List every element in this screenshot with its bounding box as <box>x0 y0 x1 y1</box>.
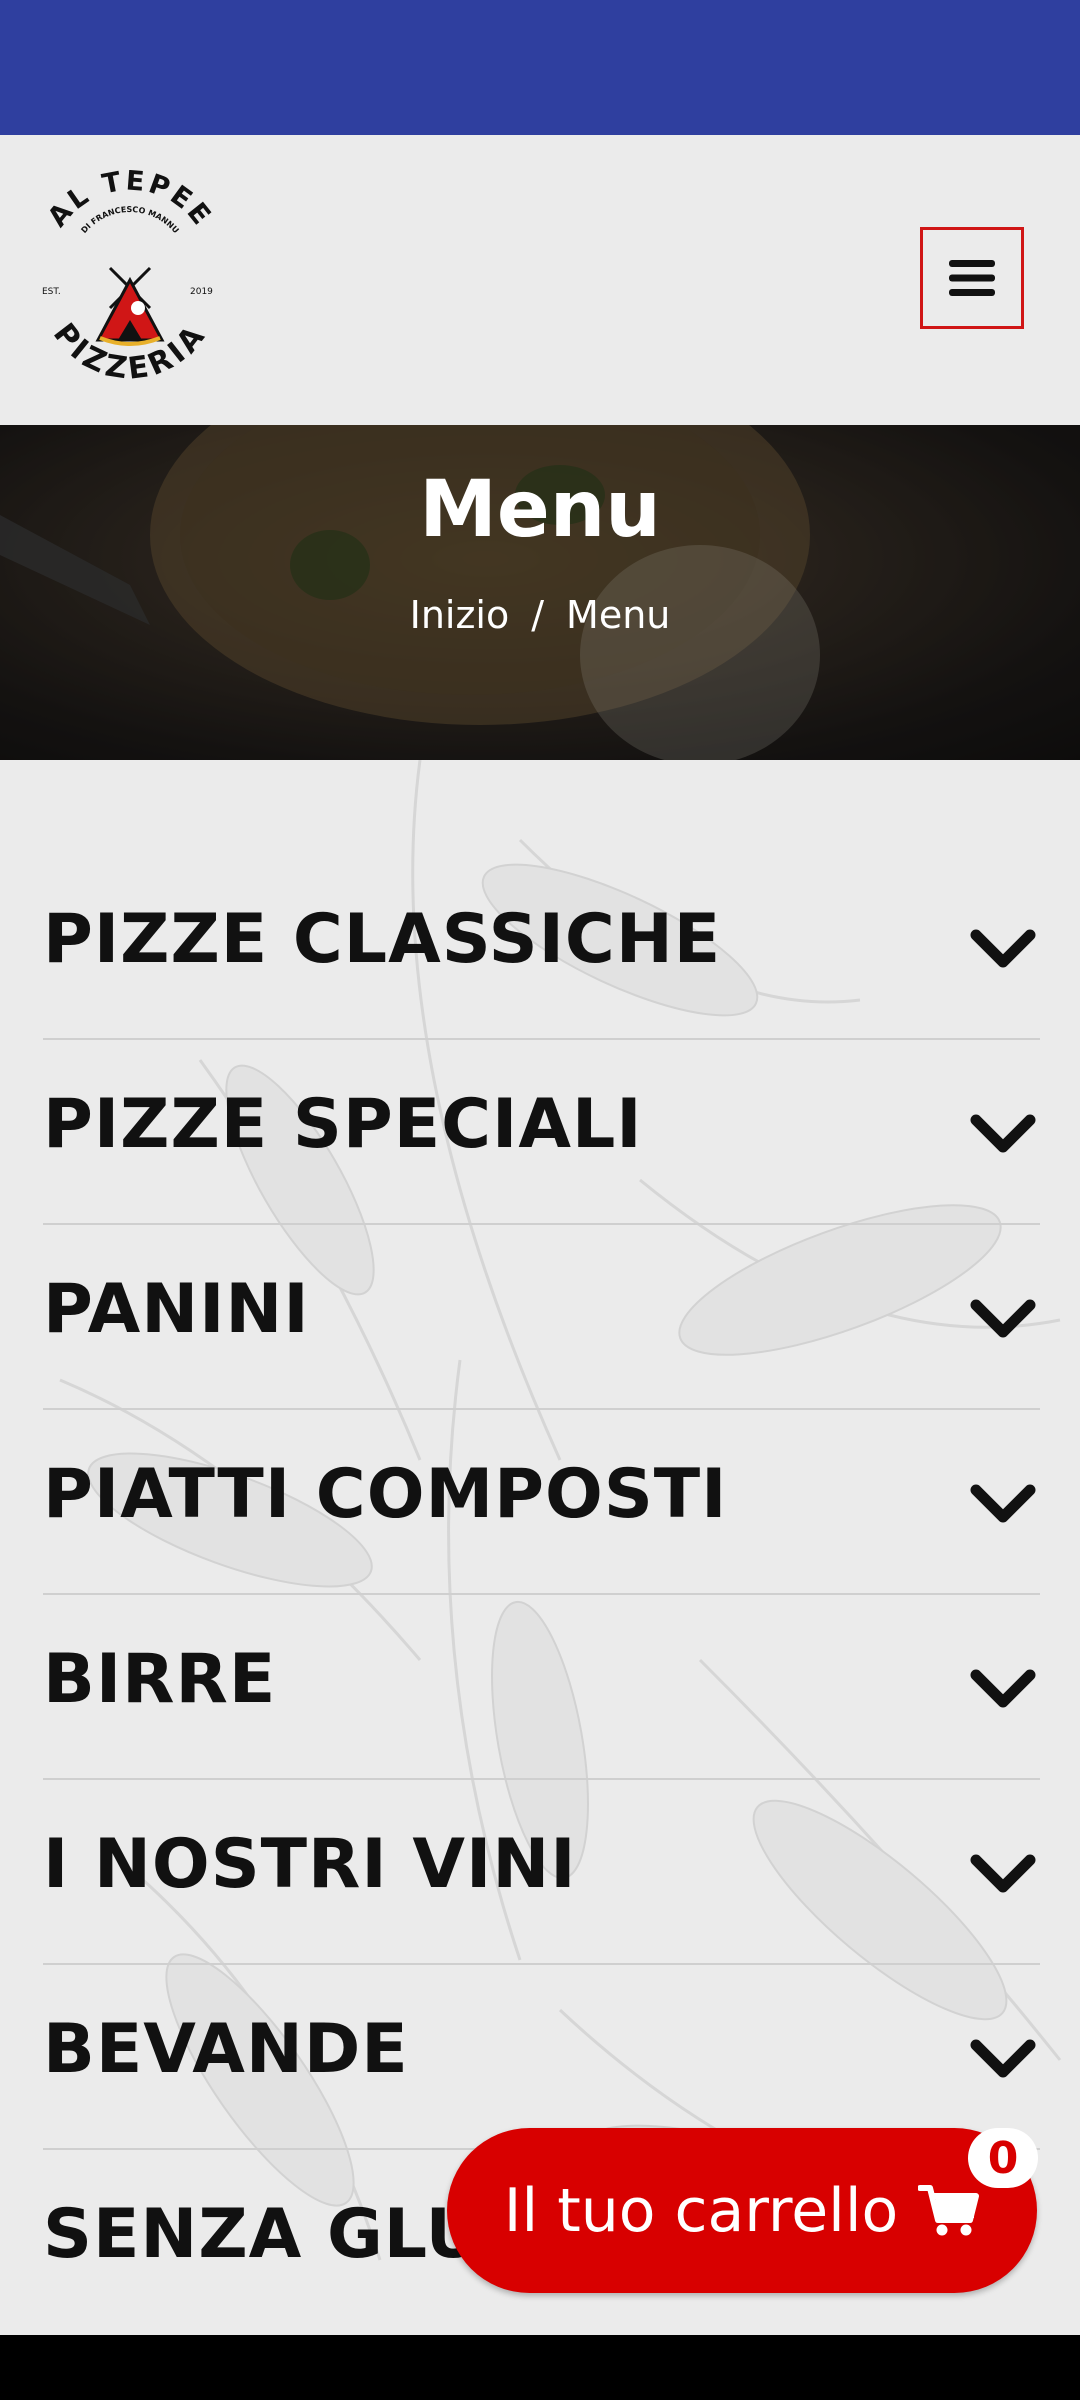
logo[interactable]: AL TEPEE DI FRANCESCO MANNU EST. 2019 PI… <box>30 165 230 390</box>
menu-category-list: PIZZE CLASSICHE PIZZE SPECIALI PANINI PI… <box>43 855 1040 2335</box>
menu-category-label: I NOSTRI VINI <box>43 1825 577 1904</box>
chevron-down-icon <box>970 1114 1036 1153</box>
menu-category-label: PIZZE SPECIALI <box>43 1085 643 1164</box>
svg-text:2019: 2019 <box>190 287 213 297</box>
menu-category-label: BEVANDE <box>43 2010 409 2089</box>
cart-label: Il tuo carrello <box>503 2175 899 2246</box>
breadcrumb-current: Menu <box>566 593 671 637</box>
menu-toggle-button[interactable] <box>920 227 1024 329</box>
menu-category-pizze-classiche[interactable]: PIZZE CLASSICHE <box>43 855 1040 1040</box>
page-hero: Menu Inizio / Menu <box>0 425 1080 760</box>
chevron-down-icon <box>970 1299 1036 1338</box>
site-header: AL TEPEE DI FRANCESCO MANNU EST. 2019 PI… <box>0 135 1080 425</box>
menu-category-label: PIZZE CLASSICHE <box>43 900 722 979</box>
menu-category-label: PIATTI COMPOSTI <box>43 1455 728 1534</box>
chevron-down-icon <box>970 1669 1036 1708</box>
chevron-down-icon <box>970 1854 1036 1893</box>
cart-button[interactable]: Il tuo carrello <box>447 2128 1037 2293</box>
menu-category-piatti-composti[interactable]: PIATTI COMPOSTI <box>43 1410 1040 1595</box>
cart-count-badge: 0 <box>968 2128 1038 2188</box>
logo-graphic: AL TEPEE DI FRANCESCO MANNU EST. 2019 PI… <box>42 165 218 386</box>
breadcrumb: Inizio / Menu <box>0 593 1080 637</box>
svg-text:EST.: EST. <box>42 287 61 297</box>
menu-category-pizze-speciali[interactable]: PIZZE SPECIALI <box>43 1040 1040 1225</box>
menu-category-birre[interactable]: BIRRE <box>43 1595 1040 1780</box>
tepee-icon <box>95 266 165 346</box>
menu-category-i-nostri-vini[interactable]: I NOSTRI VINI <box>43 1780 1040 1965</box>
menu-category-panini[interactable]: PANINI <box>43 1225 1040 1410</box>
menu-category-bevande[interactable]: BEVANDE <box>43 1965 1040 2150</box>
page-title: Menu <box>419 465 661 555</box>
chevron-down-icon <box>970 929 1036 968</box>
status-bar <box>0 0 1080 135</box>
breadcrumb-home-link[interactable]: Inizio <box>410 593 510 637</box>
chevron-down-icon <box>970 2039 1036 2078</box>
navigation-bar <box>0 2335 1080 2400</box>
cart-icon <box>918 2184 980 2235</box>
svg-text:AL TEPEE: AL TEPEE <box>42 170 218 233</box>
breadcrumb-separator: / <box>531 593 545 637</box>
menu-content: PIZZE CLASSICHE PIZZE SPECIALI PANINI PI… <box>0 760 1080 2335</box>
menu-category-label: PANINI <box>43 1270 310 1349</box>
hamburger-icon <box>949 260 995 296</box>
chevron-down-icon <box>970 1484 1036 1523</box>
svg-text:DI FRANCESCO MANNU: DI FRANCESCO MANNU <box>79 205 180 235</box>
menu-category-label: BIRRE <box>43 1640 277 1719</box>
